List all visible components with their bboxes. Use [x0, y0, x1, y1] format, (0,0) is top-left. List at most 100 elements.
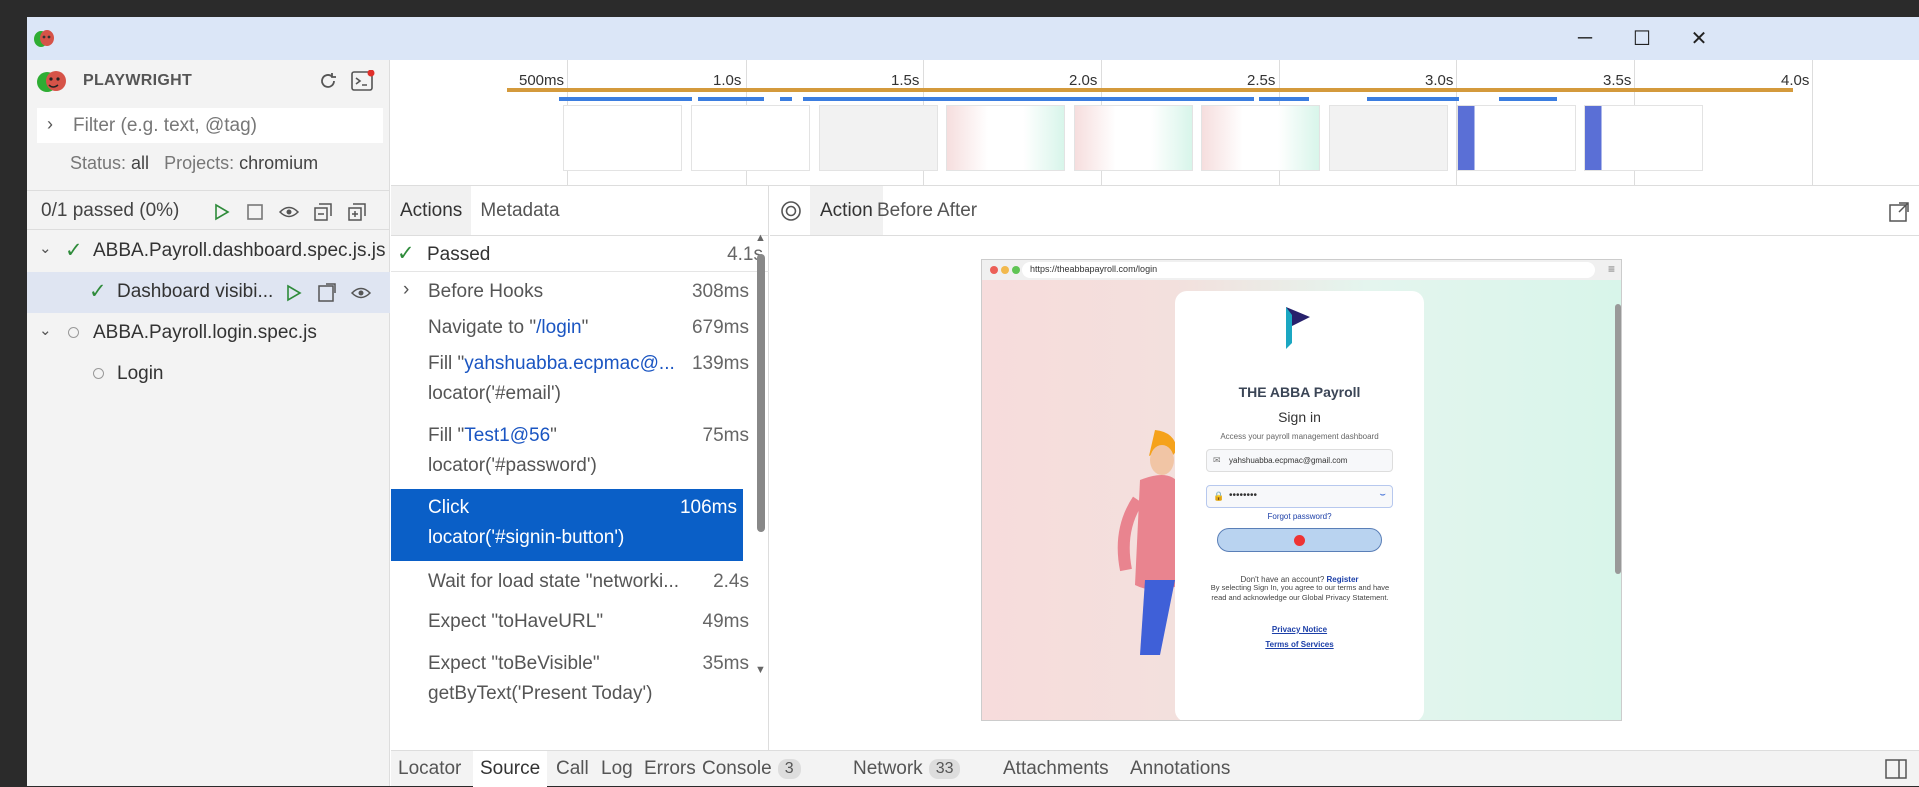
status-value[interactable]: all	[131, 153, 149, 173]
tab-console[interactable]: Console 3	[695, 751, 808, 787]
chevron-right-icon[interactable]: ›	[47, 114, 53, 135]
status-label: Status:	[70, 153, 127, 173]
tab-errors[interactable]: Errors	[637, 751, 703, 787]
console-label: Console	[702, 758, 772, 779]
signin-subheading: Access your payroll management dashboard	[1220, 432, 1379, 441]
action-row[interactable]: Expect "toBeVisible" getByText('Present …	[391, 645, 769, 717]
action-row-selected[interactable]: Click locator('#signin-button') 106ms	[391, 489, 743, 561]
actions-scrollbar[interactable]: ▲ ▼	[753, 232, 769, 682]
timeline-thumbnail[interactable]	[1457, 105, 1576, 171]
action-title: Navigate to "/login"	[428, 317, 588, 339]
tab-locator[interactable]: Locator	[391, 751, 468, 787]
timeline-tick-label: 3.0s	[1425, 72, 1454, 89]
chevron-down-icon[interactable]: ⌄	[39, 239, 52, 257]
playwright-logo-icon	[34, 30, 54, 47]
projects-value[interactable]: chromium	[239, 153, 318, 173]
tab-log[interactable]: Log	[594, 751, 640, 787]
filter-input[interactable]	[73, 114, 363, 137]
browser-url: https://theabbapayroll.com/login	[1022, 262, 1595, 278]
toggle-sidebar-icon[interactable]	[1885, 759, 1907, 779]
reload-icon[interactable]	[317, 70, 339, 92]
snapshot-browser-frame: https://theabbapayroll.com/login ≡ THE A…	[981, 259, 1622, 721]
chevron-down-icon[interactable]: ⌄	[39, 321, 52, 339]
action-row[interactable]: Navigate to "/login" 679ms	[391, 309, 769, 345]
timeline-thumbnail[interactable]	[1201, 105, 1320, 171]
action-param: /login	[536, 317, 582, 338]
snapshot-scrollbar[interactable]	[1615, 304, 1621, 574]
minimize-button[interactable]: ─	[1565, 23, 1605, 53]
action-title: Click	[428, 497, 470, 518]
timeline-thumbnail[interactable]	[1584, 105, 1703, 171]
action-row[interactable]: Fill "Test1@56" locator('#password') 75m…	[391, 417, 769, 489]
action-locator: locator('#signin-button')	[428, 527, 625, 548]
tab-annotations[interactable]: Annotations	[1123, 751, 1237, 787]
timeline-tick-label: 2.0s	[1069, 72, 1098, 89]
tree-item-dashboard-test[interactable]: ✓ Dashboard visibi...	[27, 272, 390, 313]
snapshot-tabs: Action Before After	[770, 186, 1919, 236]
password-field[interactable]: 🔒 •••••••• ⌣	[1206, 485, 1393, 508]
tree-item-login-test[interactable]: Login	[27, 354, 390, 395]
tab-network[interactable]: Network 33	[846, 751, 967, 787]
terms-link[interactable]: Terms of Services	[1175, 640, 1424, 649]
tree-item-dashboard-spec[interactable]: ⌄ ✓ ABBA.Payroll.dashboard.spec.js.js	[27, 231, 390, 272]
action-row[interactable]: › Before Hooks 308ms	[391, 273, 769, 309]
scroll-down-icon[interactable]: ▼	[755, 664, 766, 676]
watch-icon[interactable]	[278, 201, 300, 223]
status-projects-line: Status: all Projects: chromium	[70, 153, 318, 174]
expand-all-icon[interactable]	[346, 201, 368, 223]
open-source-icon[interactable]	[316, 282, 338, 304]
action-title: Expect "toBeVisible"	[428, 653, 600, 674]
timeline-thumbnail[interactable]	[1329, 105, 1448, 171]
run-all-icon[interactable]	[210, 201, 232, 223]
timeline-tick-label: 3.5s	[1603, 72, 1632, 89]
tab-call[interactable]: Call	[549, 751, 596, 787]
tab-after[interactable]: After	[927, 186, 987, 235]
scroll-up-icon[interactable]: ▲	[755, 232, 766, 244]
email-field[interactable]: ✉ yahshuabba.ecpmac@gmail.com	[1206, 449, 1393, 472]
privacy-notice-link[interactable]: Privacy Notice	[1175, 625, 1424, 634]
maximize-button[interactable]: ☐	[1622, 23, 1662, 53]
scrollbar-thumb[interactable]	[757, 254, 765, 532]
timeline-tick-label: 4.0s	[1781, 72, 1810, 89]
timeline-thumbnail[interactable]	[1074, 105, 1193, 171]
passed-label: Passed	[427, 244, 491, 265]
terminal-icon[interactable]	[351, 70, 375, 92]
timeline-thumbnail[interactable]	[819, 105, 938, 171]
action-row[interactable]: Fill "yahshuabba.ecpmac@... locator('#em…	[391, 345, 769, 417]
stop-icon[interactable]	[244, 201, 266, 223]
actions-pane: Actions Metadata ✓ Passed 4.1s › Before …	[391, 186, 769, 750]
chevron-right-icon[interactable]: ›	[403, 279, 409, 301]
pick-locator-icon[interactable]	[780, 200, 802, 222]
timeline-bar-blue	[1367, 97, 1459, 101]
tree-item-label: ABBA.Payroll.dashboard.spec.js.js	[93, 240, 386, 261]
timeline[interactable]: 500ms 1.0s 1.5s 2.0s 2.5s 3.0s 3.5s 4.0s	[391, 60, 1919, 186]
timeline-thumbnail[interactable]	[563, 105, 682, 171]
abba-logo-icon	[1286, 307, 1310, 349]
tree-item-login-spec[interactable]: ⌄ ABBA.Payroll.login.spec.js	[27, 313, 390, 354]
timeline-thumbnail[interactable]	[946, 105, 1065, 171]
collapse-all-icon[interactable]	[312, 201, 334, 223]
tab-actions[interactable]: Actions	[391, 186, 472, 235]
action-title: Fill "Test1@56"	[428, 425, 557, 447]
close-window-button[interactable]: ✕	[1679, 23, 1719, 53]
forgot-password-link[interactable]: Forgot password?	[1175, 512, 1424, 521]
action-duration: 679ms	[691, 317, 749, 338]
title-bar: ─ ☐ ✕	[27, 17, 1919, 60]
show-password-icon[interactable]: ⌣	[1379, 489, 1386, 500]
tab-metadata[interactable]: Metadata	[471, 186, 568, 235]
timeline-bar-blue	[698, 97, 764, 101]
tree-item-label: ABBA.Payroll.login.spec.js	[93, 322, 317, 343]
open-external-icon[interactable]	[1888, 201, 1910, 223]
app-title: PLAYWRIGHT	[83, 72, 193, 89]
watch-icon[interactable]	[350, 282, 372, 304]
action-duration: 139ms	[691, 353, 749, 374]
signin-button[interactable]	[1217, 528, 1382, 552]
run-icon[interactable]	[282, 282, 304, 304]
tab-attachments[interactable]: Attachments	[996, 751, 1116, 787]
action-row[interactable]: Wait for load state "networki... 2.4s	[391, 561, 769, 603]
tab-source[interactable]: Source	[473, 751, 548, 787]
not-run-circle-icon	[93, 368, 104, 379]
brand-name: THE ABBA Payroll	[1238, 384, 1361, 400]
timeline-thumbnail[interactable]	[691, 105, 810, 171]
action-row[interactable]: Expect "toHaveURL" 49ms	[391, 603, 769, 645]
